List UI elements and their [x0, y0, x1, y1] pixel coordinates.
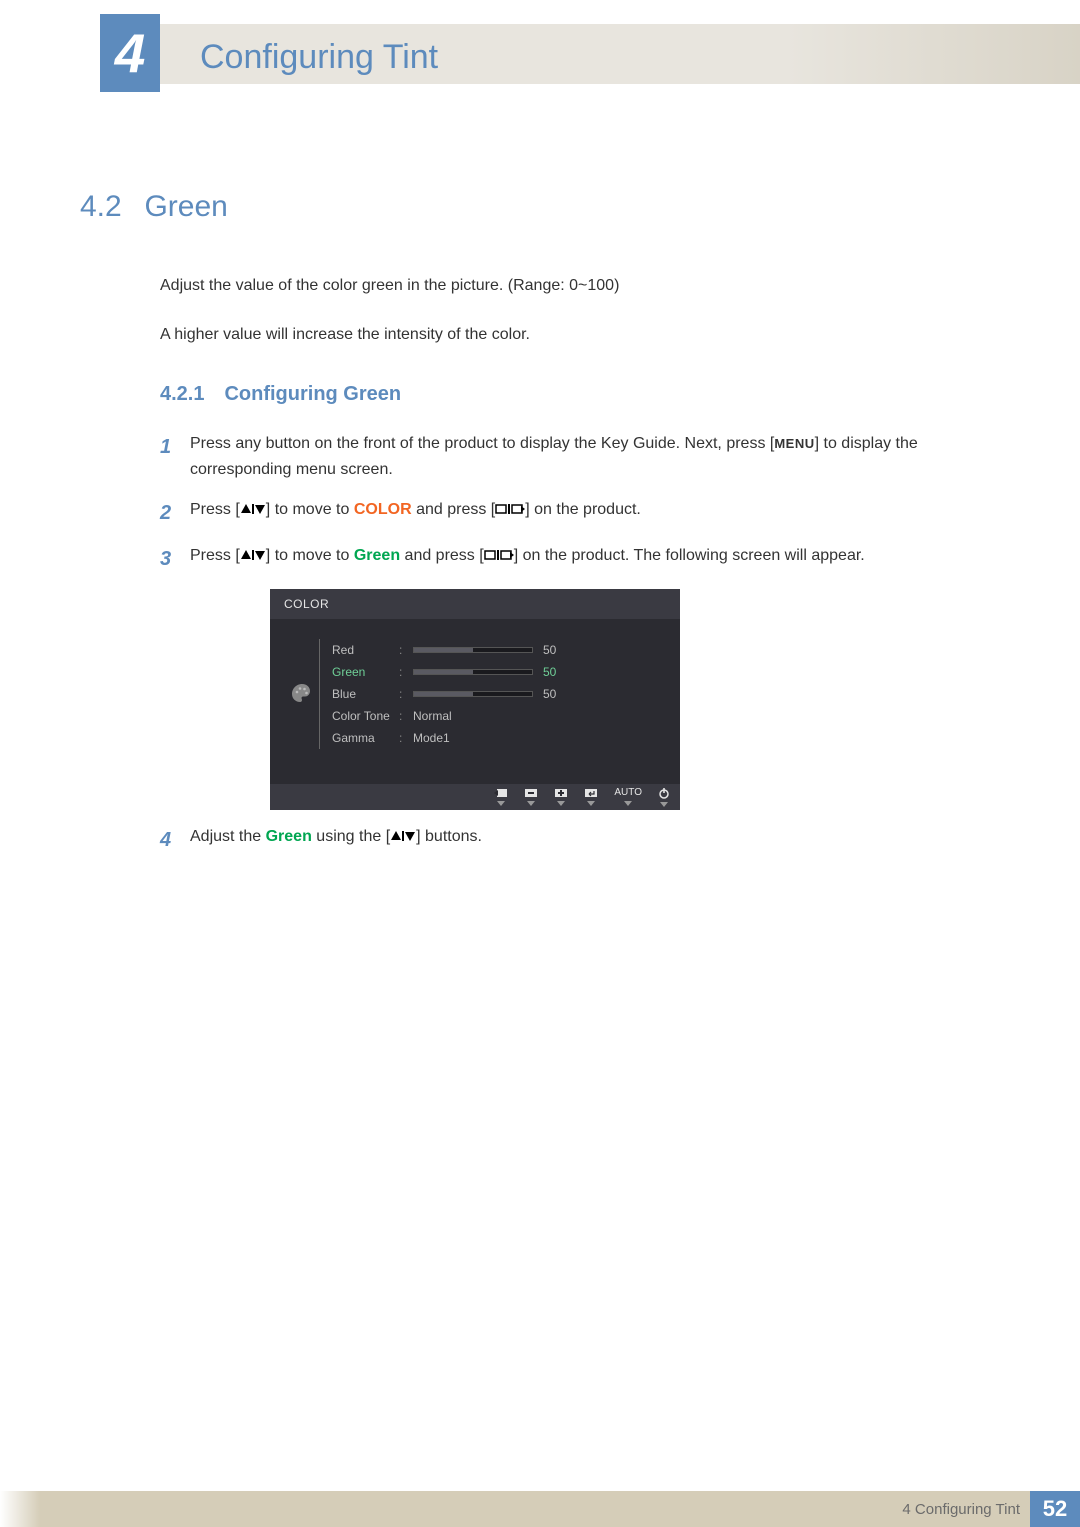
value-gamma: Mode1 [413, 731, 450, 745]
chapter-number: 4 [115, 21, 146, 85]
osd-item-colortone: Color Tone [332, 705, 399, 727]
osd-row-gamma: Mode1 [413, 727, 666, 749]
step-text: Press any button on the front of the pro… [190, 431, 1000, 482]
menu-label: MENU [774, 436, 814, 451]
text: Adjust the [190, 828, 266, 845]
content-area: 4.2 Green Adjust the value of the color … [80, 190, 1000, 870]
step-2: 2 Press [ ] to move to COLOR and press []… [160, 497, 1000, 529]
osd-body: Red Green Blue Color Tone Gamma ::::: 50 [270, 619, 680, 784]
chapter-title: Configuring Tint [200, 38, 438, 77]
subsection-title: Configuring Green [224, 383, 401, 405]
osd-power-icon [658, 787, 670, 807]
osd-panel: COLOR Red Green Blue Color Tone Gamma ::… [270, 589, 680, 810]
text: Press any button on the front of the pro… [190, 435, 774, 452]
step-number: 1 [160, 431, 190, 482]
highlight-green: Green [354, 547, 400, 564]
chapter-number-box: 4 [100, 14, 160, 92]
osd-item-gamma: Gamma [332, 727, 399, 749]
osd-item-blue: Blue [332, 683, 399, 705]
step-3: 3 Press [ ] to move to Green and press []… [160, 543, 1000, 575]
osd-plus-icon [554, 788, 568, 806]
osd-footer: AUTO [270, 784, 680, 810]
osd-row-red: 50 [413, 639, 666, 661]
footer-text: 4 Configuring Tint [902, 1501, 1020, 1518]
osd-header: COLOR [270, 589, 680, 619]
slider-red [413, 647, 533, 653]
subsection-heading: 4.2.1 Configuring Green [160, 383, 1000, 406]
up-down-icon [240, 502, 266, 516]
step-1: 1 Press any button on the front of the p… [160, 431, 1000, 482]
intro-paragraph-2: A higher value will increase the intensi… [160, 321, 1000, 348]
value-colortone: Normal [413, 709, 452, 723]
page-number-box: 52 [1030, 1491, 1080, 1527]
highlight-color: COLOR [354, 501, 412, 518]
step-number: 2 [160, 497, 190, 529]
text: and press [ [400, 547, 484, 564]
source-enter-icon [484, 548, 514, 562]
osd-controls: 50 50 50 Normal [413, 639, 666, 749]
palette-icon [290, 682, 314, 706]
up-down-icon [240, 548, 266, 562]
osd-category-icon-col [284, 639, 319, 749]
auto-text: AUTO [614, 788, 642, 798]
text: ] buttons. [416, 828, 482, 845]
osd-row-green: 50 [413, 661, 666, 683]
slider-blue [413, 691, 533, 697]
text: Press [ [190, 547, 240, 564]
osd-row-colortone: Normal [413, 705, 666, 727]
step-text: Press [ ] to move to Green and press [ ] o… [190, 543, 1000, 575]
page-footer: 4 Configuring Tint 52 [0, 1491, 1080, 1527]
intro-text: Adjust the value of the color green in t… [160, 272, 1000, 348]
osd-auto-label: AUTO [614, 788, 642, 806]
osd-enter-icon [584, 788, 598, 806]
step-text: Adjust the Green using the [ ] buttons. [190, 824, 1000, 856]
step-4: 4 Adjust the Green using the [ ] buttons. [160, 824, 1000, 856]
value-blue: 50 [543, 687, 573, 701]
step-number: 4 [160, 824, 190, 856]
step-text: Press [ ] to move to COLOR and press [ ] o… [190, 497, 1000, 529]
source-enter-icon [495, 502, 525, 516]
text: Press [ [190, 501, 240, 518]
subsection-number: 4.2.1 [160, 383, 220, 406]
section-title: Green [144, 190, 227, 223]
text: and press [ [412, 501, 496, 518]
footer-gradient [0, 1491, 40, 1527]
osd-screenshot: COLOR Red Green Blue Color Tone Gamma ::… [270, 589, 680, 810]
text: ] to move to [266, 547, 354, 564]
section-heading: 4.2 Green [80, 190, 1000, 224]
text: ] on the product. The following screen w… [514, 547, 865, 564]
value-red: 50 [543, 643, 573, 657]
highlight-green: Green [266, 828, 312, 845]
text: ] to move to [266, 501, 354, 518]
osd-item-red: Red [332, 639, 399, 661]
value-green: 50 [543, 665, 573, 679]
slider-green [413, 669, 533, 675]
text: using the [ [312, 828, 390, 845]
intro-paragraph-1: Adjust the value of the color green in t… [160, 272, 1000, 299]
section-number: 4.2 [80, 190, 140, 224]
osd-item-green: Green [332, 661, 399, 683]
steps-list: 1 Press any button on the front of the p… [160, 431, 1000, 855]
osd-labels: Red Green Blue Color Tone Gamma [319, 639, 399, 749]
page-number: 52 [1043, 1496, 1067, 1522]
osd-row-blue: 50 [413, 683, 666, 705]
up-down-icon [390, 829, 416, 843]
osd-minus-icon [524, 788, 538, 806]
osd-colons: ::::: [399, 639, 413, 749]
step-number: 3 [160, 543, 190, 575]
text: ] on the product. [525, 501, 641, 518]
osd-back-icon [494, 788, 508, 806]
